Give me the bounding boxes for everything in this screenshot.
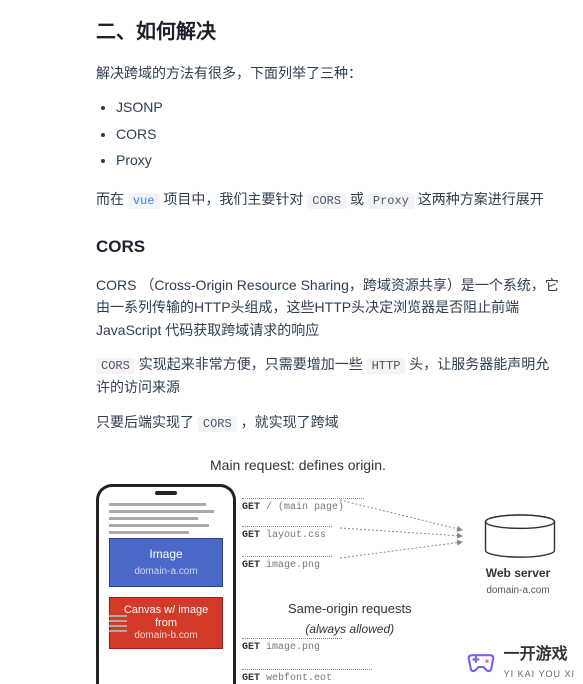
gamepad-icon <box>464 645 498 679</box>
cors-desc-3: 只要后端实现了 CORS ，就实现了跨域 <box>96 411 559 434</box>
image-box-title: Image <box>114 545 218 564</box>
code-vue: vue <box>128 193 160 209</box>
text: 只要后端实现了 <box>96 414 198 430</box>
list-item: Proxy <box>116 149 559 171</box>
http-path: image.png <box>266 560 320 571</box>
image-box-domain: domain-a.com <box>114 564 218 580</box>
code-cors: CORS <box>96 358 135 374</box>
cors-desc-2: CORS 实现起来非常方便，只需要增加一些 HTTP 头，让服务器能声明允许的访… <box>96 353 559 399</box>
text: ，就实现了跨域 <box>237 414 339 430</box>
request-line: GET layout.css <box>242 526 332 544</box>
request-line: GET webfont.eot <box>242 669 372 684</box>
image-box: Image domain-a.com <box>109 538 223 587</box>
intro-text: 解决跨域的方法有很多，下面列举了三种： <box>96 62 559 84</box>
canvas-box-title: Canvas w/ image from <box>114 604 218 630</box>
http-path: image.png <box>266 642 320 653</box>
http-path: layout.css <box>266 530 326 541</box>
text: 实现起来非常方便，只需要增加一些 <box>135 356 367 372</box>
code-proxy: Proxy <box>368 193 414 209</box>
text-lines-icon <box>109 615 127 635</box>
http-method: GET <box>242 673 260 684</box>
text: 项目中，我们主要针对 <box>160 191 308 207</box>
main-request-label: Main request: defines origin. <box>210 454 386 476</box>
http-method: GET <box>242 642 260 653</box>
same-origin-label: Same-origin requests (always allowed) <box>288 599 412 639</box>
http-method: GET <box>242 502 260 513</box>
server-icon <box>481 514 559 560</box>
code-cors: CORS <box>307 193 346 209</box>
section-heading: 二、如何解决 <box>96 16 559 48</box>
arrow-lines-icon <box>340 484 480 594</box>
canvas-box-domain: domain-b.com <box>114 630 218 642</box>
code-cors: CORS <box>198 416 237 432</box>
cors-diagram: Main request: defines origin. Image doma… <box>0 454 583 684</box>
cors-desc-1: CORS （Cross-Origin Resource Sharing，跨域资源… <box>96 274 559 341</box>
list-item: CORS <box>116 123 559 145</box>
text: 或 <box>346 191 368 207</box>
text: 这两种方案进行展开 <box>414 191 544 207</box>
text: 而在 <box>96 191 128 207</box>
request-line: GET image.png <box>242 638 342 656</box>
request-line: GET image.png <box>242 556 332 574</box>
paragraph: 而在 vue 项目中，我们主要针对 CORS 或 Proxy 这两种方案进行展开 <box>96 188 559 211</box>
same-origin-title: Same-origin requests <box>288 599 412 620</box>
device-frame: Image domain-a.com Canvas w/ image from … <box>96 484 236 684</box>
http-method: GET <box>242 530 260 541</box>
code-http: HTTP <box>367 358 406 374</box>
http-path: webfont.eot <box>266 673 332 684</box>
cors-heading: CORS <box>96 233 559 260</box>
http-path: / (main page) <box>266 502 344 513</box>
logo-pinyin: YI KAI YOU XI <box>504 667 575 681</box>
logo-name: 一开游戏 <box>504 642 575 668</box>
http-method: GET <box>242 560 260 571</box>
method-list: JSONP CORS Proxy <box>116 96 559 171</box>
watermark-logo: 一开游戏 YI KAI YOU XI <box>464 642 575 682</box>
same-origin-sub: (always allowed) <box>288 620 412 639</box>
text-lines-icon <box>109 499 223 534</box>
list-item: JSONP <box>116 96 559 118</box>
